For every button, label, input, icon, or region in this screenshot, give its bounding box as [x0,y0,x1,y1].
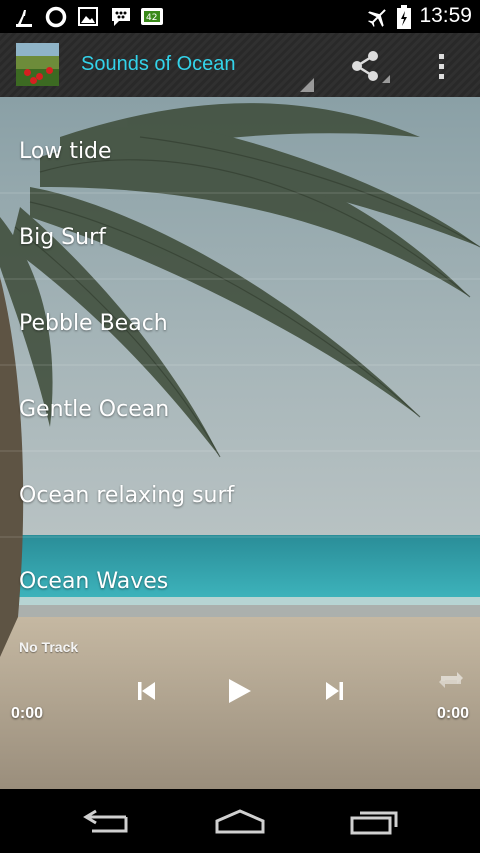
now-playing-label: No Track [19,639,79,655]
track-item-gentle-ocean[interactable]: Gentle Ocean [0,355,480,435]
elapsed-time: 0:00 [11,705,44,722]
previous-button[interactable] [136,679,158,707]
next-icon [326,682,343,700]
track-label: Gentle Ocean [19,397,170,422]
track-label: Ocean relaxing surf [19,483,235,508]
battery-widget-icon: 42 [140,7,164,30]
player-panel: No Track 0:00 0:00 [0,635,480,789]
repeat-icon [439,672,463,688]
repeat-button[interactable] [437,667,465,697]
action-bar: Sounds of Ocean [0,33,480,97]
duration-time: 0:00 [436,705,469,722]
next-button[interactable] [323,679,345,707]
battery-charging-icon [397,5,411,33]
circle-icon [45,6,67,32]
home-button[interactable] [214,809,266,839]
track-item-low-tide[interactable]: Low tide [0,97,480,177]
track-item-big-surf[interactable]: Big Surf [0,183,480,263]
airplane-mode-icon [366,6,390,32]
share-icon [348,51,392,89]
status-time: 13:59 [419,4,472,27]
navigation-bar [0,789,480,853]
back-button[interactable] [82,809,130,841]
app-title[interactable]: Sounds of Ocean [81,53,236,76]
cleaner-icon [14,9,34,31]
track-item-pebble-beach[interactable]: Pebble Beach [0,269,480,349]
track-label: Pebble Beach [19,311,168,336]
track-item-ocean-waves[interactable]: Ocean Waves [0,527,480,607]
app-icon[interactable] [16,43,59,86]
spinner-indicator-icon [300,77,314,96]
share-button[interactable] [348,49,392,83]
main-content: Low tide Big Surf Pebble Beach Gentle Oc… [0,97,480,789]
svg-text:42: 42 [146,13,157,23]
overflow-menu-button[interactable] [432,49,452,83]
play-button[interactable] [227,676,253,710]
overflow-menu-icon [432,54,452,87]
home-icon [215,809,265,834]
track-label: Big Surf [19,225,106,250]
image-icon [78,7,98,30]
track-label: Ocean Waves [19,569,169,594]
track-label: Low tide [19,139,112,164]
play-icon [229,679,251,703]
back-icon [83,809,128,833]
recents-icon [350,811,398,835]
bbm-icon [110,6,132,32]
track-item-ocean-relaxing-surf[interactable]: Ocean relaxing surf [0,441,480,521]
status-bar: 42 13:59 [0,0,480,33]
previous-icon [138,682,155,700]
recents-button[interactable] [350,809,400,839]
